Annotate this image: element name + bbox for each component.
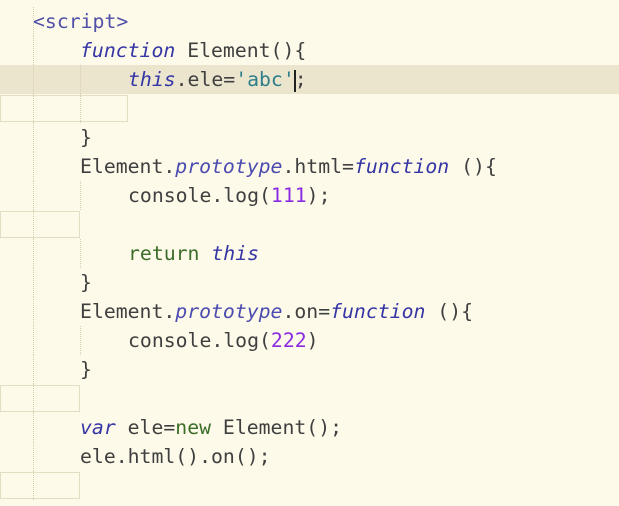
code-token: ele= bbox=[115, 416, 176, 439]
code-token: var bbox=[80, 416, 116, 439]
indent-guide bbox=[33, 36, 35, 65]
code-text: Element.prototype.on=function (){ bbox=[80, 297, 473, 326]
code-line[interactable]: Element.prototype.html=function (){ bbox=[0, 152, 619, 181]
indent-guide bbox=[33, 355, 35, 384]
indent-guide bbox=[33, 442, 35, 471]
code-text: } bbox=[80, 355, 92, 384]
code-token: Element. bbox=[80, 155, 176, 178]
code-token: prototype bbox=[175, 300, 283, 323]
whitespace-marker bbox=[0, 472, 80, 499]
code-token: function bbox=[353, 155, 450, 178]
code-token: .ele= bbox=[175, 68, 236, 91]
code-text: } bbox=[80, 123, 92, 152]
code-token: this bbox=[128, 68, 176, 91]
code-line[interactable]: ele.html().on(); bbox=[0, 442, 619, 471]
code-token: this bbox=[211, 242, 260, 265]
code-line[interactable]: this.ele='abc'; bbox=[0, 65, 619, 94]
code-token: Element(){ bbox=[175, 39, 307, 62]
code-token: function bbox=[80, 39, 176, 62]
code-text: ele.html().on(); bbox=[80, 442, 271, 471]
code-text: } bbox=[80, 268, 92, 297]
code-token: function bbox=[330, 300, 426, 323]
code-token: } bbox=[80, 126, 92, 149]
code-text: console.log(111); bbox=[128, 181, 330, 210]
code-line[interactable] bbox=[0, 94, 619, 123]
code-text: <script> bbox=[33, 7, 128, 36]
indent-guide bbox=[33, 268, 35, 297]
indent-guide bbox=[33, 413, 35, 442]
code-line[interactable]: function Element(){ bbox=[0, 36, 619, 65]
code-text: var ele=new Element(); bbox=[80, 413, 342, 442]
code-line[interactable]: return this bbox=[0, 239, 619, 268]
indent-guide bbox=[33, 297, 35, 326]
code-token: return bbox=[128, 242, 212, 265]
code-text: Element.prototype.html=function (){ bbox=[80, 152, 497, 181]
indent-guide bbox=[33, 239, 35, 268]
whitespace-marker bbox=[0, 385, 80, 412]
code-token: Element. bbox=[80, 300, 176, 323]
indent-guide bbox=[33, 123, 35, 152]
code-line[interactable]: } bbox=[0, 123, 619, 152]
code-token: 111 bbox=[270, 184, 307, 207]
code-token: Element(); bbox=[211, 416, 343, 439]
indent-guide bbox=[80, 326, 82, 355]
code-editor[interactable]: <script> function Element(){this.ele='abc… bbox=[0, 0, 619, 506]
indent-guide bbox=[33, 181, 35, 210]
code-token: prototype bbox=[175, 155, 283, 178]
code-token: } bbox=[80, 271, 92, 294]
code-line[interactable] bbox=[0, 471, 619, 500]
indent-guide bbox=[80, 239, 82, 268]
code-line[interactable]: console.log(111); bbox=[0, 181, 619, 210]
code-text: console.log(222) bbox=[128, 326, 319, 355]
code-token: ); bbox=[306, 184, 331, 207]
indent-guide bbox=[80, 181, 82, 210]
indent-guide bbox=[33, 152, 35, 181]
code-token: ) bbox=[306, 329, 319, 352]
code-text: this.ele='abc'; bbox=[128, 65, 307, 94]
code-token: (){ bbox=[449, 155, 497, 178]
code-text: return this bbox=[128, 239, 259, 268]
code-token: <script> bbox=[33, 10, 129, 33]
whitespace-marker bbox=[0, 211, 80, 238]
code-line[interactable]: Element.prototype.on=function (){ bbox=[0, 297, 619, 326]
code-token: ele.html().on(); bbox=[80, 445, 271, 468]
indent-guide bbox=[33, 326, 35, 355]
code-token: ; bbox=[294, 68, 307, 91]
code-token: new bbox=[175, 416, 212, 439]
code-token: console.log( bbox=[128, 184, 271, 207]
whitespace-marker bbox=[0, 95, 128, 122]
code-token: } bbox=[80, 358, 92, 381]
code-line[interactable]: } bbox=[0, 355, 619, 384]
code-line[interactable] bbox=[0, 384, 619, 413]
code-line[interactable]: console.log(222) bbox=[0, 326, 619, 355]
code-line[interactable]: <script> bbox=[0, 7, 619, 36]
code-token: 222 bbox=[270, 329, 307, 352]
code-token: (){ bbox=[425, 300, 474, 323]
code-token: .html= bbox=[282, 155, 354, 178]
code-line[interactable] bbox=[0, 210, 619, 239]
code-line[interactable]: } bbox=[0, 268, 619, 297]
code-token: console.log( bbox=[128, 329, 271, 352]
indent-guide bbox=[80, 65, 82, 94]
code-token: .on= bbox=[282, 300, 331, 323]
code-line[interactable]: var ele=new Element(); bbox=[0, 413, 619, 442]
code-token: 'abc' bbox=[235, 68, 295, 91]
indent-guide bbox=[33, 65, 35, 94]
code-text: function Element(){ bbox=[80, 36, 306, 65]
